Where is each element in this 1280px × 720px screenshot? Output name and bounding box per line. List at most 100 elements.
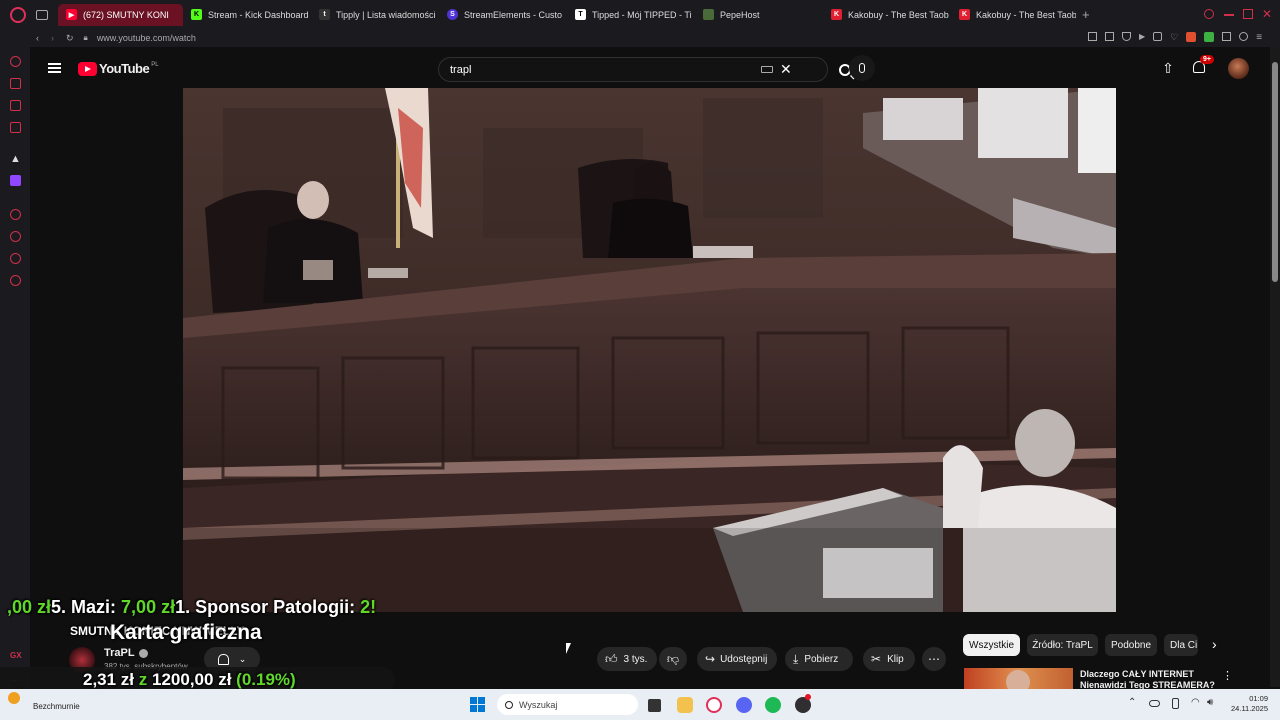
microphone-icon — [859, 63, 865, 73]
forward-icon[interactable]: › — [51, 33, 54, 43]
opera-gx-taskbar-icon[interactable] — [706, 697, 722, 713]
lock-icon: 🔒︎ — [83, 33, 88, 42]
sidebar-ai-icon[interactable]: ▲ — [10, 153, 21, 165]
tray-device-icon[interactable] — [1172, 698, 1179, 709]
tab-label: Tipped - Mój TIPPED - Ti — [592, 9, 692, 20]
discord-icon[interactable] — [736, 697, 752, 713]
youtube-logo[interactable]: YouTube PL — [78, 61, 159, 76]
profile-icon[interactable] — [1239, 32, 1249, 41]
pepehost-icon — [703, 9, 714, 20]
recommended-title[interactable]: Dlaczego CAŁY INTERNET Nienawidzi Tego S… — [1080, 669, 1215, 689]
chip-related[interactable]: Podobne — [1105, 634, 1157, 656]
scrollbar-thumb[interactable] — [1272, 62, 1278, 282]
close-window-icon[interactable]: ✕ — [1262, 7, 1272, 21]
reload-icon[interactable]: ↻ — [66, 33, 74, 44]
tray-chevron-up-icon[interactable]: ⌃ — [1128, 697, 1136, 708]
sidebar-extensions-icon[interactable] — [10, 253, 21, 264]
taskbar-search-input[interactable]: Wyszukaj — [497, 694, 638, 715]
heart-icon[interactable]: ♡ — [1170, 32, 1178, 43]
search-input[interactable]: trapl ✕ — [438, 57, 828, 82]
tab-pepehost[interactable]: PepeHost — [695, 4, 823, 26]
tab-kakobuy-2[interactable]: K Kakobuy - The Best Taob — [951, 4, 1076, 26]
account-avatar[interactable] — [1228, 58, 1249, 79]
notifications-button[interactable]: 9+ — [1193, 55, 1214, 75]
sidebar-gx-icon[interactable]: GX — [10, 651, 22, 660]
sidebar-messenger-icon[interactable] — [10, 78, 21, 89]
recommended-title-line: Dlaczego CAŁY INTERNET — [1080, 669, 1194, 679]
extension-red-icon[interactable] — [1186, 32, 1197, 42]
tab-label: StreamElements - Custo — [464, 9, 563, 20]
chip-all[interactable]: Wszystkie — [963, 634, 1020, 656]
tab-label: Stream - Kick Dashboard — [208, 9, 309, 20]
clock[interactable]: 01:09 24.11.2025 — [1228, 694, 1268, 714]
hamburger-menu-icon[interactable] — [48, 63, 61, 73]
goal-progress-text: 2,31 zł z 1200,00 zł (0.19%) — [83, 670, 296, 690]
dislike-button[interactable]: 👎︎ — [659, 647, 687, 671]
like-count: 3 tys. — [623, 653, 648, 665]
ticker-amount: 2! — [360, 597, 377, 617]
search-tabs-icon[interactable] — [1204, 9, 1214, 19]
video-player[interactable] — [183, 88, 1116, 612]
like-button[interactable]: 👍︎ 3 tys. — [597, 647, 657, 671]
sidebar-gx-corner-icon[interactable] — [10, 56, 21, 67]
start-windows-icon[interactable] — [470, 697, 485, 712]
file-explorer-icon[interactable] — [677, 697, 693, 713]
clip-button[interactable]: ✂ Klip — [863, 647, 915, 671]
sidebar-chat-icon[interactable] — [10, 100, 21, 111]
camera-icon[interactable] — [1153, 32, 1163, 41]
share-button[interactable]: ↪ Udostępnij — [697, 647, 777, 671]
weather-sun-icon — [8, 692, 20, 704]
chip-for-you[interactable]: Dla Ci — [1164, 634, 1198, 656]
minimize-icon[interactable] — [1224, 14, 1234, 16]
sidebar-instagram-icon[interactable] — [10, 122, 21, 133]
recommended-thumbnail[interactable] — [964, 668, 1073, 689]
tab-tipply[interactable]: t Tipply | Lista wiadomości — [311, 4, 439, 26]
recommended-more-icon[interactable]: ⋮ — [1222, 669, 1233, 682]
opera-gx-logo-icon[interactable] — [10, 6, 26, 23]
chip-source[interactable]: Źródło: TraPL — [1027, 634, 1098, 656]
thumb-down-icon: 👎︎ — [666, 651, 680, 666]
extension-green-icon[interactable] — [1204, 32, 1215, 42]
snapshot-icon[interactable] — [1105, 32, 1114, 41]
url-text[interactable]: www.youtube.com/watch — [97, 33, 196, 43]
page-scrollbar[interactable] — [1270, 47, 1280, 687]
new-tab-icon[interactable]: + — [1082, 7, 1090, 22]
menu-icon[interactable]: ≡ — [1256, 32, 1262, 43]
tab-label: Kakobuy - The Best Taob — [848, 9, 949, 20]
channel-name-text: TraPL — [104, 647, 135, 659]
download-button[interactable]: ⤓ Pobierz — [785, 647, 853, 671]
create-button[interactable]: ⇧ — [1161, 60, 1175, 76]
sidebar-settings-icon[interactable] — [10, 275, 21, 286]
clock-time: 01:09 — [1249, 694, 1268, 703]
spotify-icon[interactable] — [765, 697, 781, 713]
tab-kick[interactable]: K Stream - Kick Dashboard — [183, 4, 311, 26]
tab-tipped[interactable]: T Tipped - Mój TIPPED - Ti — [567, 4, 695, 26]
task-view-icon[interactable] — [648, 699, 661, 712]
play-icon[interactable]: ▶ — [1139, 32, 1145, 43]
sidebar-player-icon[interactable] — [10, 209, 21, 220]
tab-kakobuy-1[interactable]: K Kakobuy - The Best Taob — [823, 4, 951, 26]
more-actions-button[interactable]: ⋯ — [922, 647, 946, 671]
volume-icon[interactable]: 🔊︎ — [1207, 697, 1213, 708]
shield-icon[interactable] — [1122, 32, 1131, 41]
puzzle-icon[interactable] — [1222, 32, 1232, 41]
download-label: Pobierz — [804, 653, 839, 665]
voice-search-button[interactable] — [849, 55, 875, 81]
wifi-icon[interactable]: ◠ — [1191, 697, 1200, 708]
chip-label: Dla Ci — [1170, 639, 1198, 651]
address-bar-row: ‹ › ↻ 🔒︎ www.youtube.com/watch ▶ ♡ ≡ — [0, 29, 1280, 47]
pin-icon[interactable] — [1088, 32, 1097, 41]
sidebar-twitch-icon[interactable] — [10, 175, 21, 186]
back-icon[interactable]: ‹ — [36, 33, 39, 43]
sidebar-history-icon[interactable] — [10, 231, 21, 242]
clear-search-icon[interactable]: ✕ — [780, 61, 792, 78]
channel-name[interactable]: TraPL — [104, 647, 148, 659]
chips-next-icon[interactable]: › — [1212, 636, 1217, 652]
keyboard-icon[interactable] — [761, 66, 773, 73]
obs-icon[interactable] — [795, 694, 811, 713]
maximize-icon[interactable] — [1243, 9, 1253, 19]
tab-menu-icon[interactable] — [36, 9, 48, 20]
tab-youtube[interactable]: ▶ (672) SMUTNY KONI — [58, 3, 183, 26]
tab-streamelements[interactable]: S StreamElements - Custo — [439, 4, 567, 26]
tray-cloud-icon[interactable] — [1149, 700, 1160, 707]
